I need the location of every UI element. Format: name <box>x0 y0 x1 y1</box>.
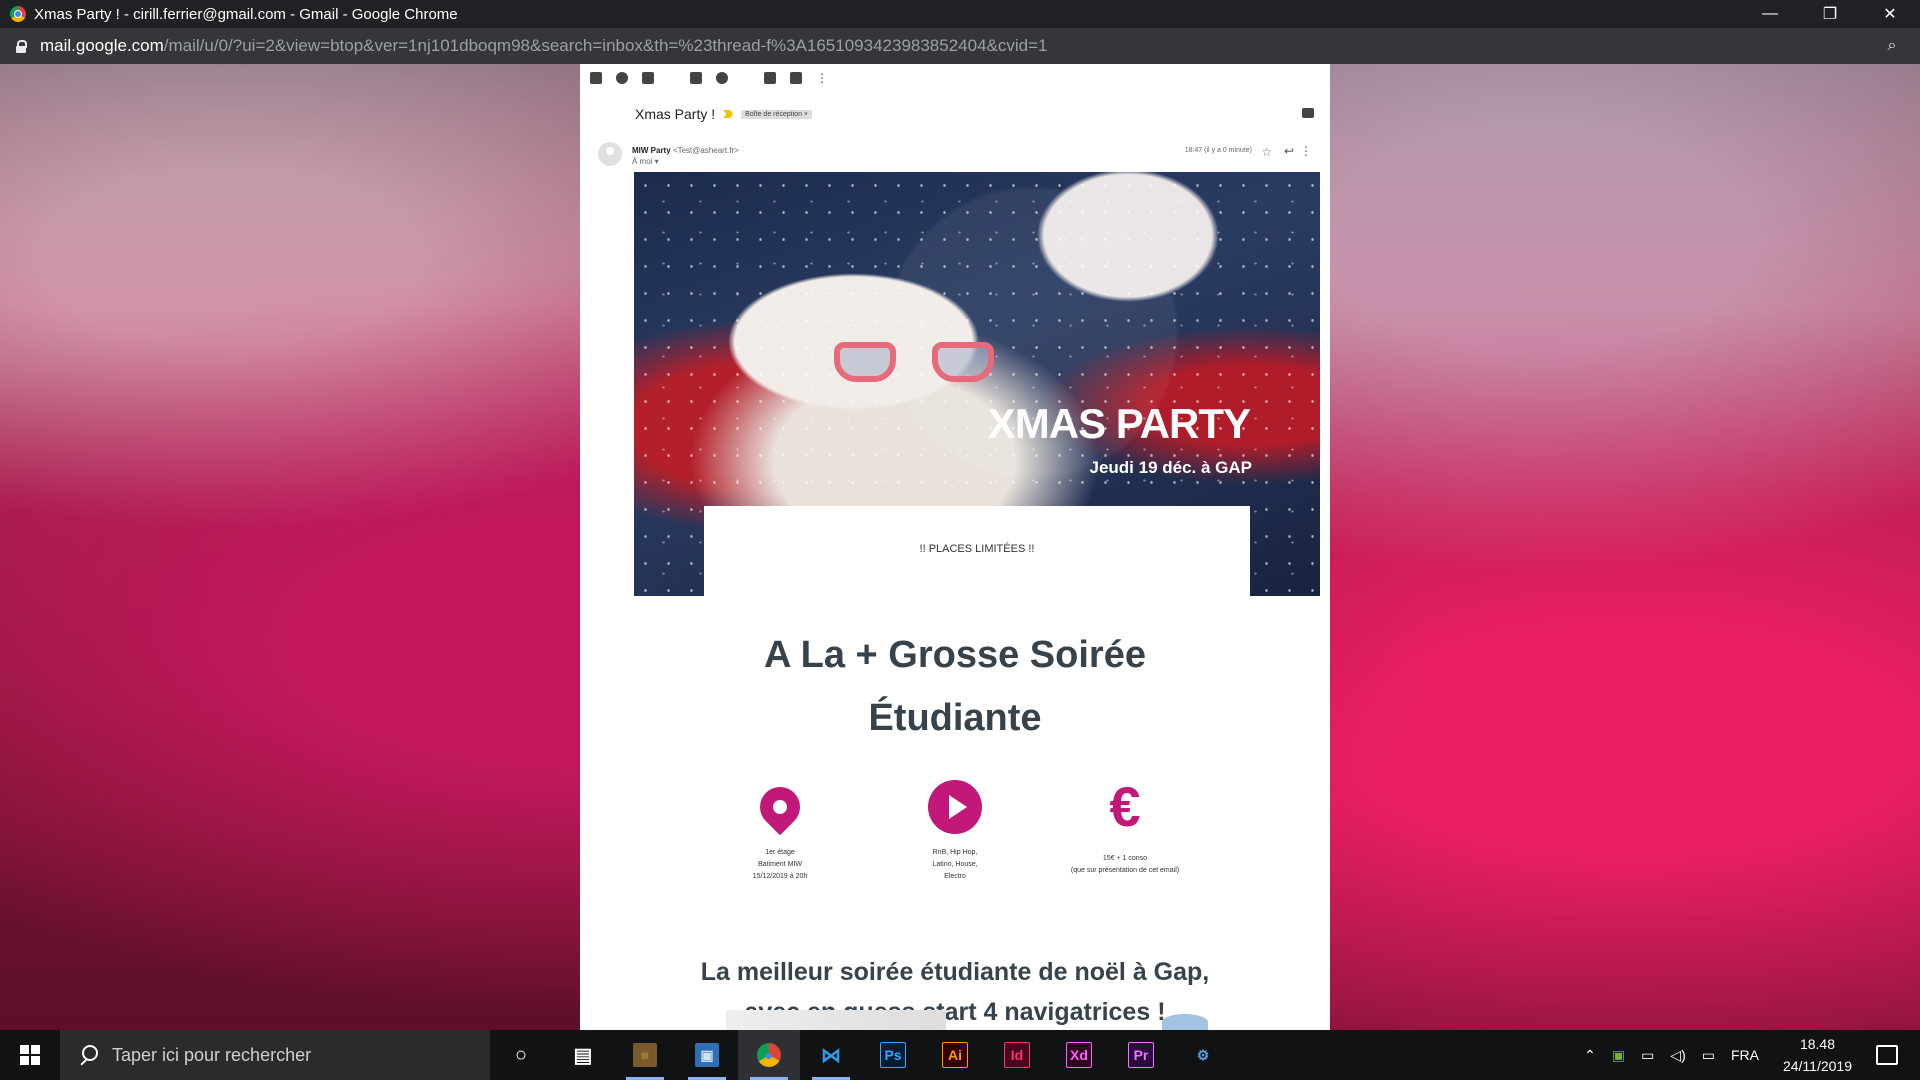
tagline-line-1: La meilleur soirée étudiante de noël à G… <box>700 958 1210 986</box>
recipient-toggle[interactable]: À moi ▾ <box>632 157 659 166</box>
headline-line-1: A La + Grosse Soirée <box>764 634 1146 676</box>
avatar <box>598 142 622 166</box>
url-path: /mail/u/0/?ui=2&view=btop&ver=1nj101dboq… <box>163 36 1048 55</box>
network-icon[interactable]: ▭ <box>1702 1047 1715 1064</box>
inbox-label-chip[interactable]: Boîte de réception × <box>741 109 812 119</box>
feature-location: 1er étage Batiment MIW 15/12/2019 à 20h <box>720 778 840 883</box>
star-icon[interactable]: ☆ <box>1261 145 1272 159</box>
task-view-icon[interactable]: ▤ <box>552 1030 614 1080</box>
feature-music: RnB, Hip Hop, Latino, House, Electro <box>895 779 1015 883</box>
location-pin-icon <box>751 778 809 836</box>
indesign-icon[interactable]: Id <box>986 1030 1048 1080</box>
vscode-icon[interactable]: ⋈ <box>800 1030 862 1080</box>
important-marker-icon[interactable] <box>723 110 734 118</box>
bottom-image <box>726 1010 946 1030</box>
play-icon <box>928 780 982 834</box>
chrome-icon <box>10 6 26 22</box>
volume-icon[interactable]: ◁) <box>1670 1047 1685 1064</box>
hero-banner: XMAS PARTY Jeudi 19 déc. à GAP !! PLACES… <box>634 172 1320 596</box>
more-options-icon[interactable]: ⋮ <box>1300 144 1312 158</box>
sender-line: MIW Party <Test@asheart.fr> <box>632 146 739 155</box>
hero-subtitle: Jeudi 19 déc. à GAP <box>1089 458 1252 477</box>
gmail-print-view: ⋮ Xmas Party ! Boîte de réception × MIW … <box>580 64 1330 1030</box>
premiere-icon[interactable]: Pr <box>1110 1030 1172 1080</box>
report-spam-icon[interactable] <box>616 72 628 84</box>
control-panel-icon[interactable]: ▣ <box>676 1030 738 1080</box>
search-icon <box>78 1045 98 1065</box>
xd-icon[interactable]: Xd <box>1048 1030 1110 1080</box>
email-subject: Xmas Party ! <box>635 106 716 122</box>
url-host: mail.google.com <box>40 36 164 55</box>
headline-line-2: Étudiante <box>868 697 1042 739</box>
clock-date: 24/11/2019 <box>1782 1058 1852 1074</box>
sender-row: MIW Party <Test@asheart.fr> À moi ▾ 18:4… <box>598 142 1320 172</box>
minimize-button[interactable]: — <box>1740 0 1800 28</box>
windows-taskbar: Taper ici pour rechercher ○ ▤ ■ ▣ ● ⋈ Ps… <box>0 1030 1920 1080</box>
label-icon[interactable] <box>790 72 802 84</box>
places-limited-text: !! PLACES LIMITÉES !! <box>919 543 1035 555</box>
illustrator-icon[interactable]: Ai <box>924 1030 986 1080</box>
bottom-image-2 <box>1162 1014 1208 1030</box>
email-time: 18:47 (il y a 0 minute) <box>1184 147 1252 154</box>
notification-center-icon[interactable] <box>1876 1045 1898 1065</box>
feature-price: € 15€ + 1 conso (que sur présentation de… <box>1050 779 1200 877</box>
archive-icon[interactable] <box>590 72 602 84</box>
address-bar[interactable]: mail.google.com/mail/u/0/?ui=2&view=btop… <box>0 28 1920 64</box>
santa-sunglasses-image <box>834 342 994 382</box>
taskbar-search[interactable]: Taper ici pour rechercher <box>60 1030 490 1080</box>
features-row: 1er étage Batiment MIW 15/12/2019 à 20h … <box>720 779 1220 889</box>
feature-music-text: RnB, Hip Hop, Latino, House, Electro <box>932 849 978 880</box>
photoshop-icon[interactable]: Ps <box>862 1030 924 1080</box>
lock-icon[interactable] <box>16 40 27 53</box>
feature-location-text: 1er étage Batiment MIW 15/12/2019 à 20h <box>752 849 808 880</box>
search-placeholder: Taper ici pour rechercher <box>112 1044 312 1065</box>
places-box: !! PLACES LIMITÉES !! <box>704 506 1250 596</box>
close-button[interactable]: ✕ <box>1860 0 1920 28</box>
browser-title-bar: Xmas Party ! - cirill.ferrier@gmail.com … <box>0 0 1920 28</box>
feature-price-text: 15€ + 1 conso (que sur présentation de c… <box>1070 855 1180 874</box>
sender-email: <Test@asheart.fr> <box>672 146 739 155</box>
clock-time: 18.48 <box>1799 1036 1835 1052</box>
system-tray: ⌃ ▣ ▭ ◁) ▭ FRA 18.48 24/11/2019 <box>1576 1030 1920 1080</box>
tagline: La meilleur soirée étudiante de noël à G… <box>580 952 1330 1030</box>
language-indicator[interactable]: FRA <box>1731 1047 1759 1063</box>
battery-icon[interactable]: ▭ <box>1641 1047 1654 1064</box>
hero-title: XMAS PARTY <box>987 400 1251 447</box>
cortana-icon[interactable]: ○ <box>490 1030 552 1080</box>
sender-name: MIW Party <box>632 146 671 155</box>
show-hidden-icons-icon[interactable]: ⌃ <box>1584 1047 1596 1064</box>
chrome-taskbar-icon[interactable]: ● <box>738 1030 800 1080</box>
network-tool-icon[interactable]: ⚙ <box>1172 1030 1234 1080</box>
zoom-icon[interactable]: ⌕ <box>1878 37 1906 55</box>
tagline-line-2: avec en guess start 4 navigatrices ! <box>744 998 1166 1026</box>
move-to-icon[interactable] <box>764 72 776 84</box>
mark-unread-icon[interactable] <box>690 72 702 84</box>
snooze-icon[interactable] <box>716 72 728 84</box>
nvidia-icon[interactable]: ▣ <box>1612 1047 1625 1064</box>
headline: A La + Grosse Soirée Étudiante <box>580 624 1330 750</box>
message-toolbar: ⋮ <box>580 64 1330 92</box>
window-title: Xmas Party ! - cirill.ferrier@gmail.com … <box>34 5 458 23</box>
subject-row: Xmas Party ! Boîte de réception × <box>635 106 1320 122</box>
more-actions-icon[interactable]: ⋮ <box>816 72 828 84</box>
reply-icon[interactable]: ↩ <box>1284 144 1294 158</box>
minecraft-icon[interactable]: ■ <box>614 1030 676 1080</box>
delete-icon[interactable] <box>642 72 654 84</box>
print-icon[interactable] <box>1302 108 1314 118</box>
restore-button[interactable]: ❐ <box>1800 0 1860 28</box>
url-field[interactable]: mail.google.com/mail/u/0/?ui=2&view=btop… <box>40 36 1878 56</box>
taskbar-clock[interactable]: 18.48 24/11/2019 <box>1783 1033 1852 1077</box>
euro-icon: € <box>1109 775 1141 838</box>
start-button-icon[interactable] <box>0 1030 60 1080</box>
